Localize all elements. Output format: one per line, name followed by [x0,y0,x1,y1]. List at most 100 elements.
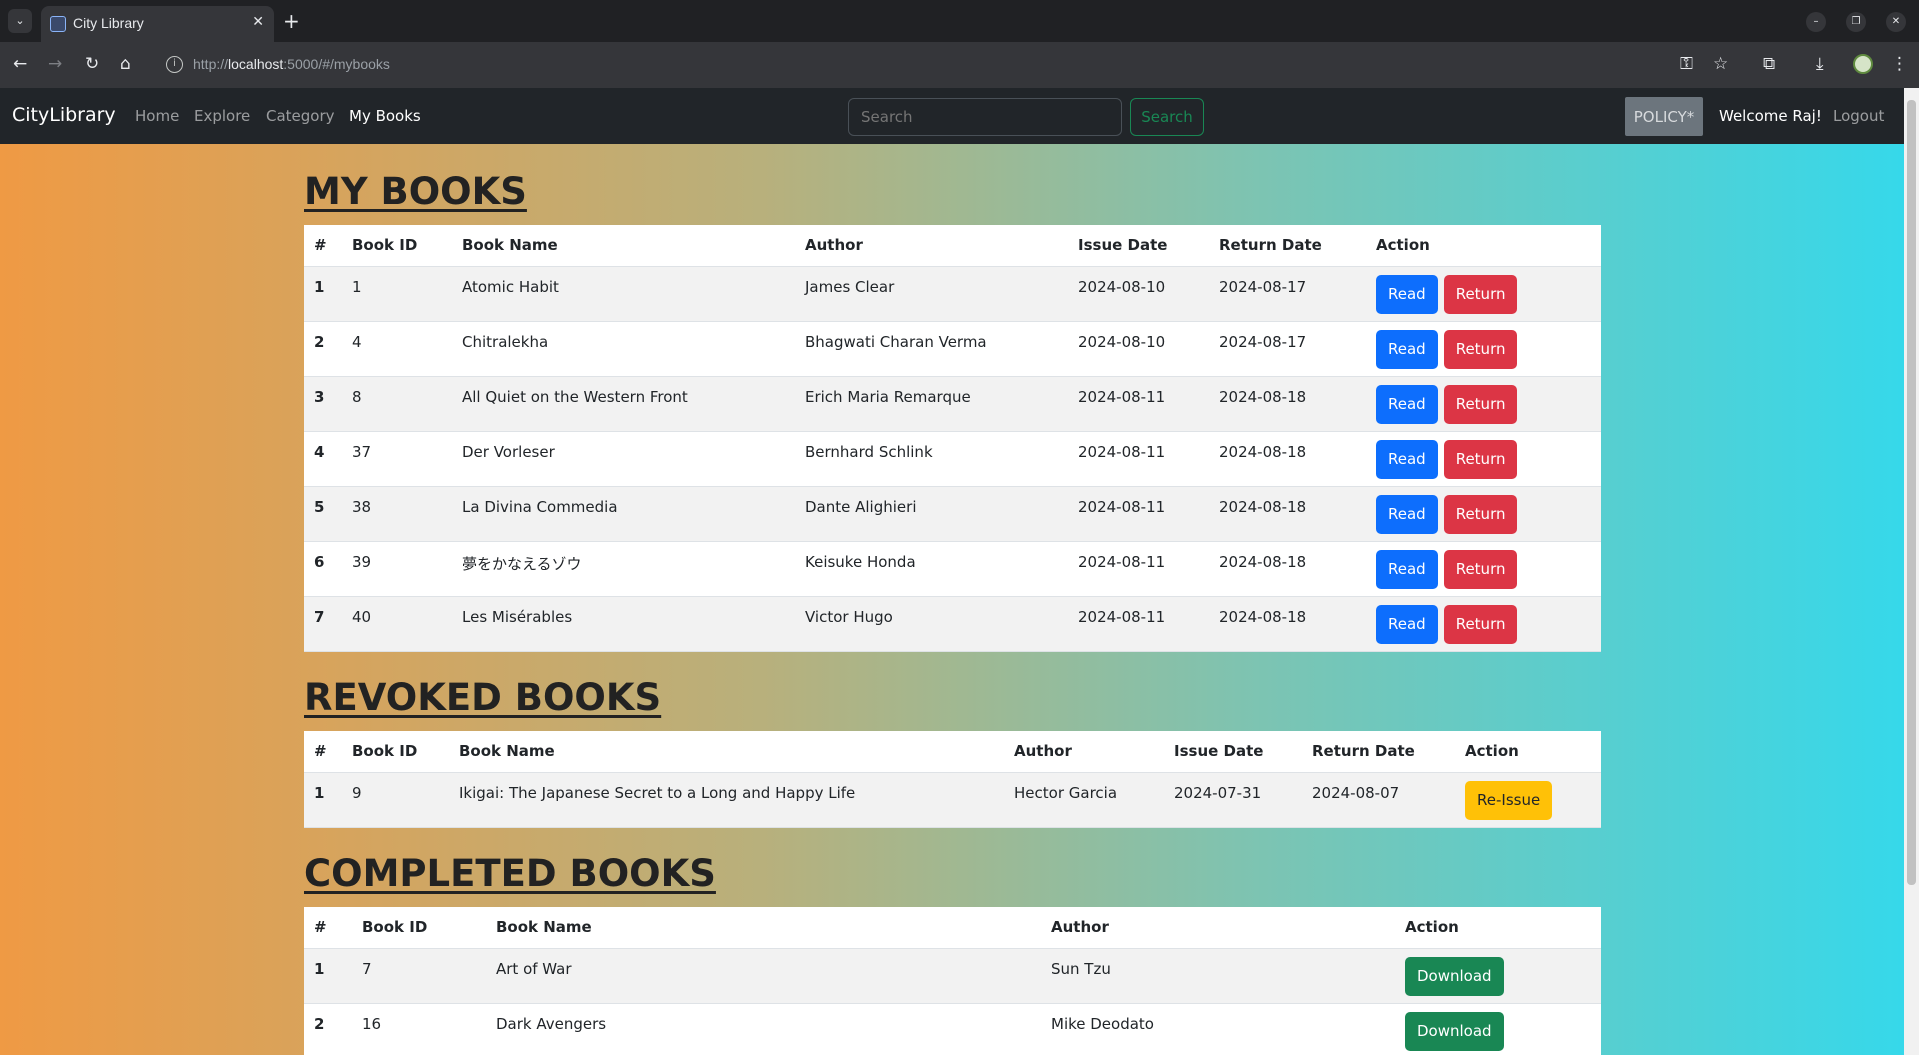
address-bar[interactable]: i http://localhost:5000/#/mybooks [160,48,1680,82]
col-book-name: Book Name [486,907,1041,949]
completed-books-table: # Book ID Book Name Author Action 1 7 Art … [304,907,1601,1055]
action-cell: Re-Issue [1455,772,1601,828]
completed-books-title: COMPLETED BOOKS [304,852,716,895]
url-text: http://localhost:5000/#/mybooks [193,56,390,72]
my-books-row: 1 1 Atomic Habit James Clear 2024-08-10 2024-… [304,266,1601,322]
reissue-button[interactable]: Re-Issue [1465,780,1553,820]
action-cell: Read Return [1366,486,1601,542]
col-issue-date: Issue Date [1164,731,1302,773]
key-icon[interactable]: ⚿ [1680,54,1693,74]
profile-avatar[interactable] [1853,54,1873,74]
issue-date: 2024-07-31 [1164,772,1302,828]
row-number: 1 [304,948,352,1004]
book-id: 1 [342,266,452,322]
reload-icon[interactable]: ↻ [85,54,99,74]
return-button[interactable]: Return [1443,604,1518,644]
extensions-puzzle-icon[interactable]: ⧉ [1763,54,1775,74]
action-cell: Read Return [1366,541,1601,597]
action-cell: Read Return [1366,596,1601,652]
book-author: Bhagwati Charan Verma [795,321,1068,377]
restore-icon[interactable]: ❐ [1846,12,1866,32]
download-button[interactable]: Download [1405,1011,1504,1051]
book-name: Chitralekha [452,321,795,377]
download-button[interactable]: Download [1405,956,1504,996]
favicon-icon [50,16,66,32]
site-info-icon[interactable]: i [166,56,183,73]
home-icon[interactable]: ⌂ [120,54,131,74]
action-cell: Read Return [1366,431,1601,487]
window-close-icon[interactable]: ✕ [1886,12,1906,32]
read-button[interactable]: Read [1376,494,1438,534]
book-id: 39 [342,541,452,597]
nav-explore[interactable]: Explore [194,107,250,125]
action-cell: Download [1395,948,1601,1004]
my-books-table: # Book ID Book Name Author Issue Date Re… [304,225,1601,652]
issue-date: 2024-08-10 [1068,266,1209,322]
action-cell: Read Return [1366,321,1601,377]
my-books-row: 7 40 Les Misérables Victor Hugo 2024-08-11 20… [304,596,1601,652]
brand-logo[interactable]: CityLibrary [12,104,116,126]
book-name: 夢をかなえるゾウ [452,541,795,597]
col-book-id: Book ID [352,907,486,949]
nav-home[interactable]: Home [135,107,179,125]
completed-books-row: 1 7 Art of War Sun Tzu Download [304,948,1601,1004]
book-author: Hector Garcia [1004,772,1164,828]
return-button[interactable]: Return [1443,549,1518,589]
col-author: Author [1041,907,1395,949]
menu-kebab-icon[interactable]: ⋮ [1891,54,1908,74]
forward-arrow-icon[interactable]: → [48,54,62,74]
issue-date: 2024-08-11 [1068,376,1209,432]
policy-button[interactable]: POLICY* [1625,97,1703,136]
return-button[interactable]: Return [1443,439,1518,479]
col-book-id: Book ID [342,731,449,773]
download-icon[interactable]: ⤓ [1816,54,1824,74]
row-number: 1 [304,772,342,828]
read-button[interactable]: Read [1376,274,1438,314]
tab-title: City Library [73,15,144,31]
book-name: Der Vorleser [452,431,795,487]
nav-category[interactable]: Category [266,107,335,125]
return-button[interactable]: Return [1443,329,1518,369]
book-id: 16 [352,1003,486,1055]
issue-date: 2024-08-11 [1068,596,1209,652]
minimize-icon[interactable]: – [1806,12,1826,32]
nav-my-books[interactable]: My Books [349,107,421,125]
page-scrollbar[interactable] [1904,88,1919,1055]
new-tab-plus-icon[interactable]: + [283,9,300,33]
issue-date: 2024-08-11 [1068,486,1209,542]
read-button[interactable]: Read [1376,384,1438,424]
my-books-row: 2 4 Chitralekha Bhagwati Charan Verma 2024-0… [304,321,1601,377]
read-button[interactable]: Read [1376,329,1438,369]
tab-search-chevron-icon[interactable]: ⌄ [8,9,32,33]
book-id: 8 [342,376,452,432]
row-number: 2 [304,321,342,377]
row-number: 7 [304,596,342,652]
return-button[interactable]: Return [1443,274,1518,314]
return-button[interactable]: Return [1443,384,1518,424]
col-number: # [304,731,342,773]
tab-close-icon[interactable]: ✕ [252,14,264,30]
browser-toolbar: ← → ↻ ⌂ i http://localhost:5000/#/mybook… [0,42,1919,88]
back-arrow-icon[interactable]: ← [13,54,27,74]
return-button[interactable]: Return [1443,494,1518,534]
revoked-books-table: # Book ID Book Name Author Issue Date Re… [304,731,1601,828]
browser-tab[interactable]: City Library ✕ [41,6,274,42]
book-id: 38 [342,486,452,542]
col-return-date: Return Date [1209,225,1366,267]
col-author: Author [1004,731,1164,773]
read-button[interactable]: Read [1376,439,1438,479]
col-number: # [304,907,352,949]
scrollbar-thumb[interactable] [1907,100,1916,885]
search-input[interactable] [848,98,1122,136]
completed-books-row: 2 16 Dark Avengers Mike Deodato Download [304,1003,1601,1055]
logout-link[interactable]: Logout [1833,107,1884,125]
search-button[interactable]: Search [1130,98,1204,136]
read-button[interactable]: Read [1376,604,1438,644]
read-button[interactable]: Read [1376,549,1438,589]
book-author: Dante Alighieri [795,486,1068,542]
revoked-books-header-row: # Book ID Book Name Author Issue Date Re… [304,731,1601,773]
row-number: 4 [304,431,342,487]
bookmark-star-icon[interactable]: ☆ [1713,54,1728,74]
row-number: 2 [304,1003,352,1055]
my-books-header-row: # Book ID Book Name Author Issue Date Re… [304,225,1601,267]
